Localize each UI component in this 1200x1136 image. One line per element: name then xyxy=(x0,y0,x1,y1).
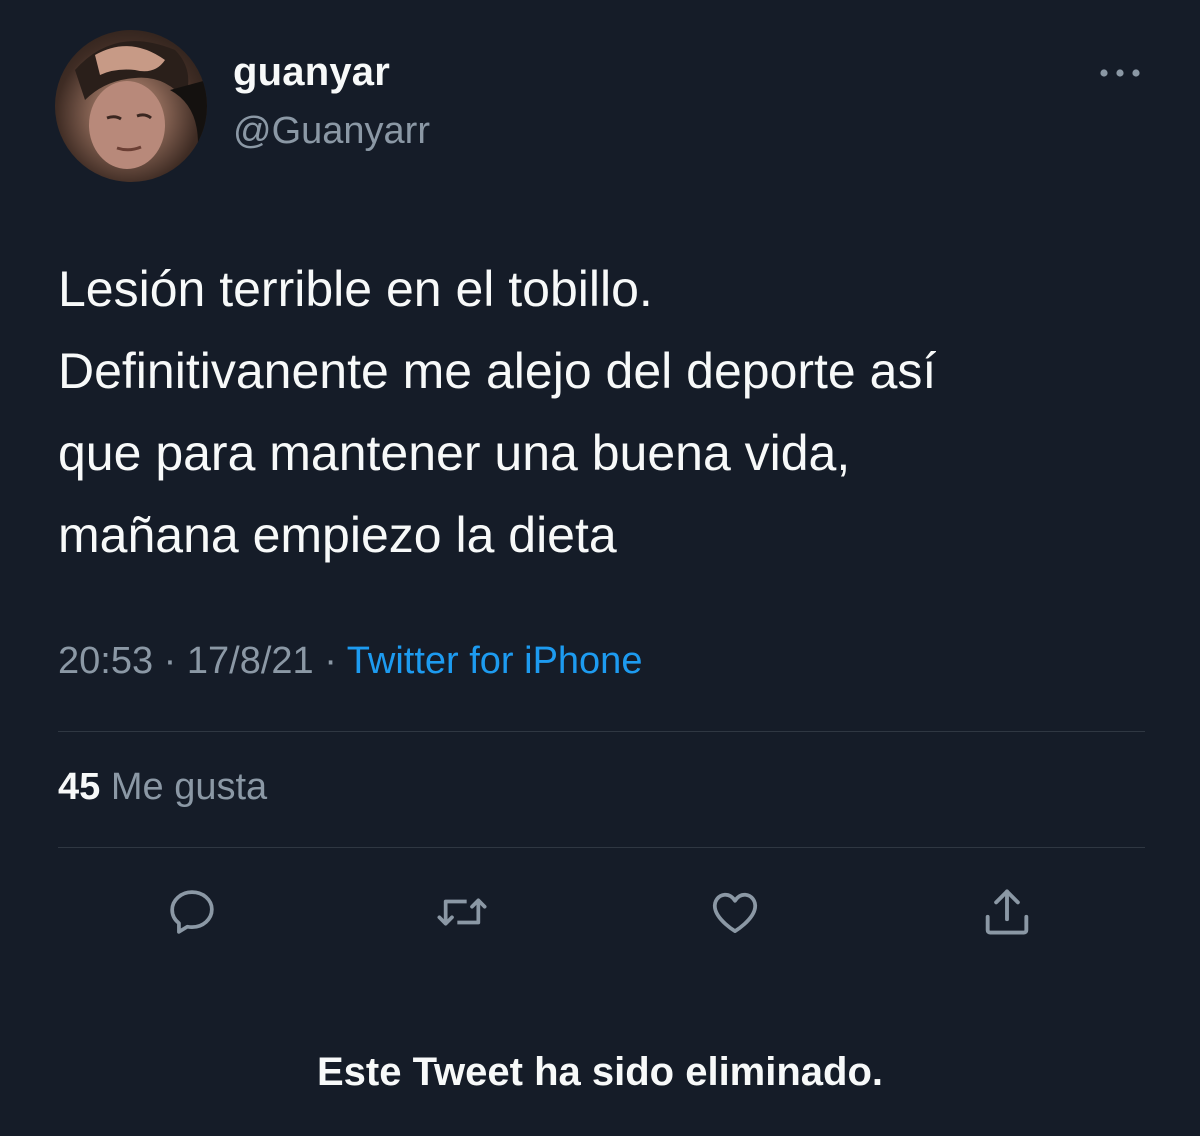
tweet-card: guanyar @Guanyarr Lesión terrible en el … xyxy=(0,0,1200,1136)
likes-stat[interactable]: 45 Me gusta xyxy=(58,766,267,809)
avatar[interactable] xyxy=(55,30,207,182)
tweet-meta: 20:53 · 17/8/21 · Twitter for iPhone xyxy=(58,640,642,683)
tweet-text-line: Lesión terrible en el tobillo. xyxy=(58,261,653,317)
share-button[interactable] xyxy=(975,880,1039,944)
avatar-image xyxy=(75,41,207,182)
heart-icon xyxy=(712,892,758,933)
likes-label: Me gusta xyxy=(110,766,268,808)
tweet-text: Lesión terrible en el tobillo. Definitiv… xyxy=(58,248,1168,576)
deleted-notice: Este Tweet ha sido eliminado. xyxy=(316,1050,884,1094)
user-handle[interactable]: @Guanyarr xyxy=(233,110,430,153)
tweet-source-link[interactable]: Twitter for iPhone xyxy=(347,640,643,682)
reply-icon xyxy=(170,890,214,934)
share-icon xyxy=(985,889,1029,935)
tweet-text-line: mañana empiezo la dieta xyxy=(58,507,617,563)
meta-separator: · xyxy=(324,640,337,682)
tweet-text-line: que para mantener una buena vida, xyxy=(58,425,851,481)
likes-count: 45 xyxy=(58,766,101,808)
like-button[interactable] xyxy=(703,880,767,944)
reply-button[interactable] xyxy=(160,880,224,944)
divider xyxy=(58,731,1145,732)
tweet-time[interactable]: 20:53 xyxy=(58,640,153,682)
more-dots-icon xyxy=(1100,69,1140,77)
display-name[interactable]: guanyar xyxy=(233,50,390,95)
tweet-text-line: Definitivanente me alejo del deporte así xyxy=(58,343,937,399)
divider xyxy=(58,847,1145,848)
meta-separator: · xyxy=(163,640,177,682)
retweet-button[interactable] xyxy=(430,880,494,944)
retweet-icon xyxy=(437,898,487,926)
more-options-button[interactable] xyxy=(1090,55,1150,91)
tweet-date[interactable]: 17/8/21 xyxy=(187,640,314,682)
